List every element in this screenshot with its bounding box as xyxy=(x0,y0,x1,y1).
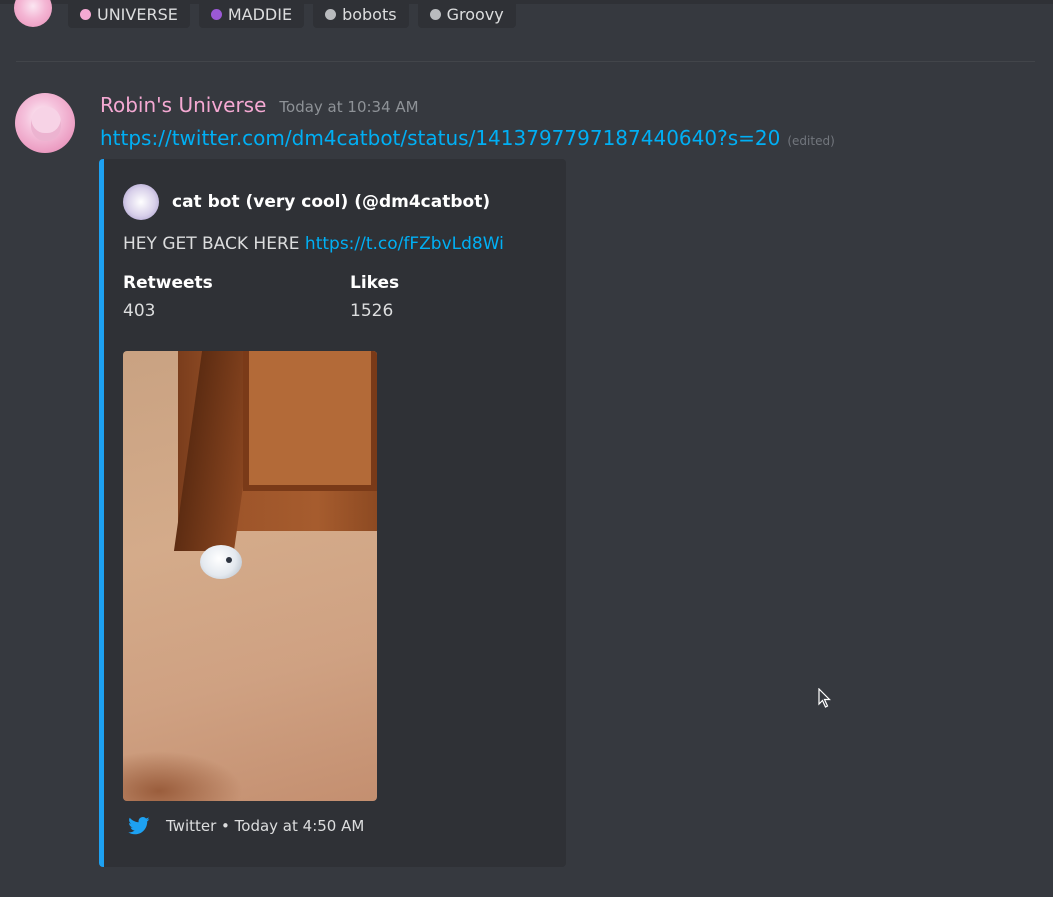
role-label: Groovy xyxy=(446,4,504,24)
embed-description-text: HEY GET BACK HERE xyxy=(123,234,305,254)
role-pill-universe[interactable]: UNIVERSE xyxy=(68,0,190,28)
role-color-dot xyxy=(325,8,337,20)
twitter-embed: cat bot (very cool) (@dm4catbot) HEY GET… xyxy=(99,159,566,867)
embed-description-link[interactable]: https://t.co/fFZbvLd8Wi xyxy=(305,234,504,254)
floor-shadow-photo-region xyxy=(123,751,243,801)
role-pill-maddie[interactable]: MADDIE xyxy=(198,0,305,28)
message-content: https://twitter.com/dm4catbot/status/141… xyxy=(100,126,835,150)
embed-footer: Twitter • Today at 4:50 AM xyxy=(128,817,364,835)
field-name: Retweets xyxy=(123,273,213,293)
cabinet-door-photo-region xyxy=(243,351,377,491)
embed-description: HEY GET BACK HERE https://t.co/fFZbvLd8W… xyxy=(123,234,504,254)
message-header: Robin's Universe Today at 10:34 AM xyxy=(100,93,419,117)
message-divider xyxy=(16,61,1035,62)
embed-author-avatar[interactable] xyxy=(123,184,159,220)
edited-label: (edited) xyxy=(787,134,835,148)
author-name[interactable]: Robin's Universe xyxy=(100,93,266,117)
avatar-face xyxy=(31,107,61,141)
role-label: bobots xyxy=(342,4,397,24)
mouse-cursor-icon xyxy=(818,688,831,708)
message-timestamp[interactable]: Today at 10:34 AM xyxy=(279,98,418,116)
embed-media-image[interactable] xyxy=(123,351,377,801)
role-label: UNIVERSE xyxy=(97,4,178,24)
role-color-dot xyxy=(429,8,441,20)
role-color-dot xyxy=(210,8,222,20)
previous-message-avatar[interactable] xyxy=(14,0,52,27)
embed-author-name[interactable]: cat bot (very cool) (@dm4catbot) xyxy=(172,192,490,212)
field-value: 403 xyxy=(123,301,156,321)
role-color-dot xyxy=(80,8,91,20)
embed-field-likes: Likes 1526 xyxy=(350,273,399,321)
field-name: Likes xyxy=(350,273,400,293)
embed-field-retweets: Retweets 403 xyxy=(123,273,213,321)
hamster-photo-region xyxy=(200,545,242,579)
twitter-bird-icon xyxy=(128,817,150,835)
field-value: 1526 xyxy=(350,301,394,321)
role-list: UNIVERSE MADDIE bobots Groovy xyxy=(14,0,525,28)
author-avatar[interactable] xyxy=(15,93,75,153)
embed-author: cat bot (very cool) (@dm4catbot) xyxy=(123,184,490,220)
embed-footer-text: Twitter • Today at 4:50 AM xyxy=(166,817,365,835)
tweet-link[interactable]: https://twitter.com/dm4catbot/status/141… xyxy=(100,126,780,150)
role-pill-groovy[interactable]: Groovy xyxy=(417,0,516,28)
role-pill-bobots[interactable]: bobots xyxy=(313,0,409,28)
role-label: MADDIE xyxy=(227,4,293,24)
